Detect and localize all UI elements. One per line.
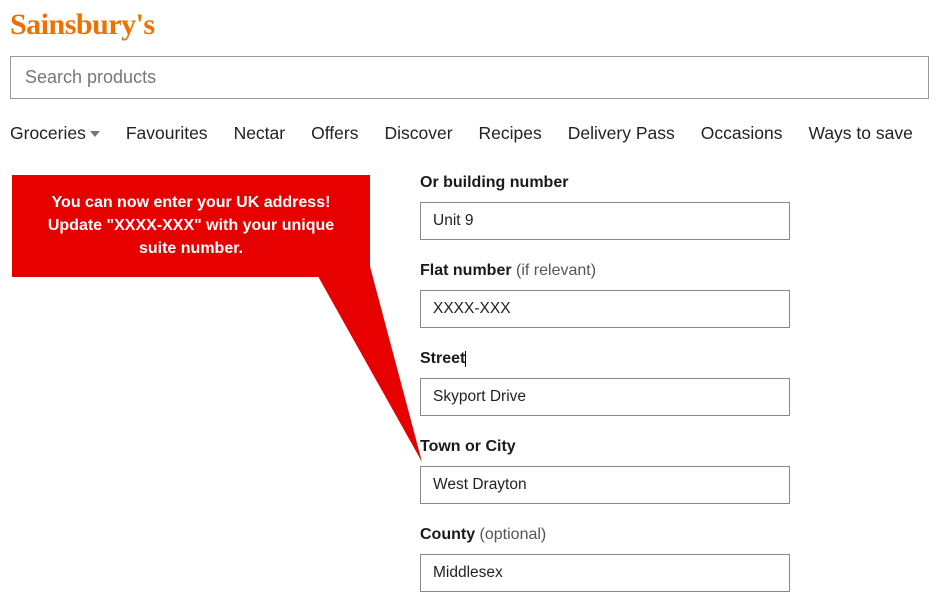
- flat-number-input[interactable]: [420, 290, 790, 328]
- nav-delivery-pass[interactable]: Delivery Pass: [568, 123, 675, 144]
- nav-groceries-label: Groceries: [10, 123, 86, 144]
- county-input[interactable]: [420, 554, 790, 592]
- building-number-input[interactable]: [420, 202, 790, 240]
- nav-offers[interactable]: Offers: [311, 123, 358, 144]
- town-input[interactable]: [420, 466, 790, 504]
- search-input[interactable]: [25, 67, 914, 88]
- brand-logo[interactable]: Sainsbury's: [10, 8, 929, 42]
- address-form: Or building number Flat number (if relev…: [390, 174, 929, 614]
- nav-occasions[interactable]: Occasions: [701, 123, 783, 144]
- primary-nav: Groceries Favourites Nectar Offers Disco…: [10, 123, 929, 144]
- search-bar[interactable]: [10, 56, 929, 99]
- town-label: Town or City: [420, 438, 929, 456]
- text-cursor-icon: [465, 351, 466, 367]
- chevron-down-icon: [90, 131, 100, 137]
- street-label-text: Street: [420, 350, 465, 367]
- building-number-label: Or building number: [420, 174, 929, 192]
- county-hint: (optional): [480, 526, 547, 543]
- county-label-text: County: [420, 526, 480, 543]
- flat-number-hint: (if relevant): [516, 262, 596, 279]
- nav-nectar[interactable]: Nectar: [234, 123, 286, 144]
- nav-groceries[interactable]: Groceries: [10, 123, 100, 144]
- street-label: Street: [420, 350, 929, 368]
- nav-recipes[interactable]: Recipes: [479, 123, 542, 144]
- street-input[interactable]: [420, 378, 790, 416]
- county-label: County (optional): [420, 526, 929, 544]
- flat-number-label: Flat number (if relevant): [420, 262, 929, 280]
- nav-ways-to-save[interactable]: Ways to save: [808, 123, 912, 144]
- instruction-callout: You can now enter your UK address! Updat…: [12, 175, 370, 277]
- flat-number-label-text: Flat number: [420, 262, 516, 279]
- nav-favourites[interactable]: Favourites: [126, 123, 208, 144]
- nav-discover[interactable]: Discover: [384, 123, 452, 144]
